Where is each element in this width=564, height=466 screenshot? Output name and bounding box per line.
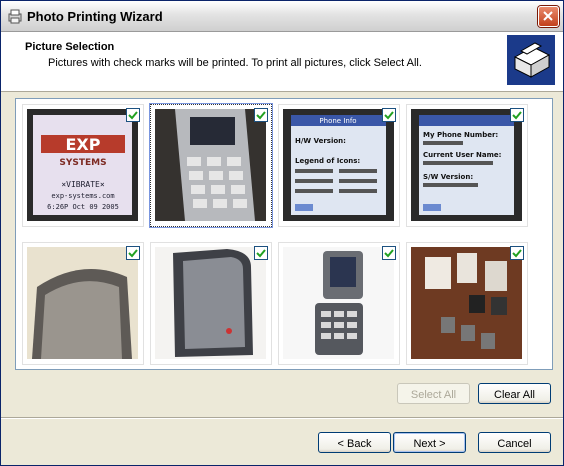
wizard-header: Picture Selection Pictures with check ma… bbox=[1, 32, 563, 92]
printer-wizard-icon bbox=[8, 9, 22, 24]
screen-text-legend: Legend of Icons: bbox=[295, 157, 360, 165]
checkmark-icon bbox=[384, 111, 394, 120]
clear-all-button[interactable]: Clear All bbox=[478, 383, 551, 404]
page-title: Picture Selection bbox=[25, 41, 115, 53]
photo-phone-open bbox=[283, 247, 394, 359]
print-checkbox[interactable] bbox=[382, 108, 396, 122]
screen-text-vibrate: ×VIBRATE× bbox=[61, 180, 105, 189]
screen-text-systems: SYSTEMS bbox=[59, 158, 106, 168]
photo-phone-side bbox=[155, 247, 266, 359]
screen-text-myphone: My Phone Number: bbox=[423, 131, 498, 139]
print-checkbox[interactable] bbox=[126, 108, 140, 122]
picture-list[interactable]: EXP SYSTEMS ×VIBRATE× exp-systems.com 6:… bbox=[15, 98, 553, 370]
photo-printer-logo-icon bbox=[507, 35, 555, 85]
checkmark-icon bbox=[512, 249, 522, 258]
next-button[interactable]: Next > bbox=[393, 432, 466, 453]
picture-thumbnail[interactable] bbox=[22, 242, 144, 365]
picture-thumbnail[interactable]: My Phone Number: Current User Name: S/W … bbox=[406, 104, 528, 227]
print-checkbox[interactable] bbox=[510, 246, 524, 260]
print-checkbox[interactable] bbox=[510, 108, 524, 122]
close-button[interactable] bbox=[538, 6, 559, 27]
print-checkbox[interactable] bbox=[254, 246, 268, 260]
title-bar[interactable]: Photo Printing Wizard bbox=[1, 1, 563, 32]
photo-phone-number: My Phone Number: Current User Name: S/W … bbox=[411, 109, 522, 221]
cancel-button[interactable]: Cancel bbox=[478, 432, 551, 453]
screen-text-url: exp-systems.com bbox=[51, 192, 114, 200]
photo-phone-top bbox=[27, 247, 138, 359]
picture-thumbnail[interactable] bbox=[406, 242, 528, 365]
picture-thumbnail[interactable]: EXP SYSTEMS ×VIBRATE× exp-systems.com 6:… bbox=[22, 104, 144, 227]
photo-phone-info: Phone Info H/W Version: Legend of Icons: bbox=[283, 109, 394, 221]
select-all-button[interactable]: Select All bbox=[397, 383, 470, 404]
screen-text-hw: H/W Version: bbox=[295, 137, 346, 145]
screen-text-exp: EXP bbox=[66, 135, 101, 154]
back-button[interactable]: < Back bbox=[318, 432, 391, 453]
button-separator bbox=[1, 417, 563, 419]
checkmark-icon bbox=[256, 111, 266, 120]
photo-accessories bbox=[411, 247, 522, 359]
picture-thumbnail[interactable] bbox=[150, 242, 272, 365]
screen-text-sw: S/W Version: bbox=[423, 173, 473, 181]
checkmark-icon bbox=[384, 249, 394, 258]
screen-text-phoneinfo: Phone Info bbox=[319, 117, 356, 125]
window-title: Photo Printing Wizard bbox=[27, 9, 163, 24]
screen-text-date: 6:26P Oct 09 2005 bbox=[47, 203, 119, 211]
print-checkbox[interactable] bbox=[254, 108, 268, 122]
photo-exp-screen: EXP SYSTEMS ×VIBRATE× exp-systems.com 6:… bbox=[27, 109, 138, 221]
print-checkbox[interactable] bbox=[126, 246, 140, 260]
checkmark-icon bbox=[128, 111, 138, 120]
picture-thumbnail[interactable] bbox=[149, 103, 273, 228]
wizard-window: Photo Printing Wizard Picture Selection … bbox=[0, 0, 564, 466]
page-subtitle: Pictures with check marks will be printe… bbox=[48, 57, 422, 69]
checkmark-icon bbox=[256, 249, 266, 258]
photo-keypad bbox=[155, 109, 266, 221]
close-icon bbox=[543, 11, 553, 21]
screen-text-currentuser: Current User Name: bbox=[423, 151, 502, 159]
picture-thumbnail[interactable]: Phone Info H/W Version: Legend of Icons: bbox=[278, 104, 400, 227]
picture-thumbnail[interactable] bbox=[278, 242, 400, 365]
print-checkbox[interactable] bbox=[382, 246, 396, 260]
checkmark-icon bbox=[128, 249, 138, 258]
checkmark-icon bbox=[512, 111, 522, 120]
